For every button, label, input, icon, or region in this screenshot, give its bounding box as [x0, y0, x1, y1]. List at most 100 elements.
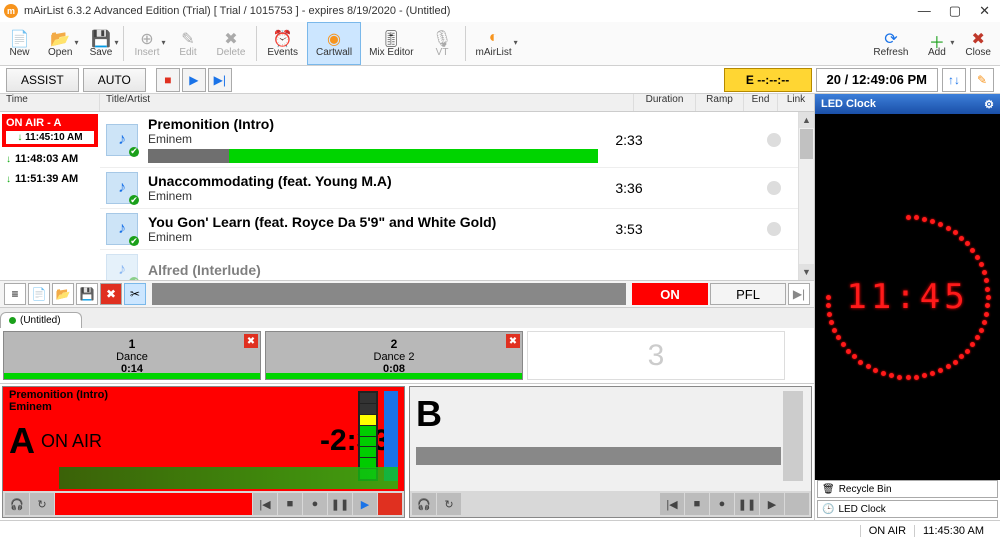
status-time: 11:45:30 AM	[914, 525, 992, 537]
marker-icon[interactable]	[785, 493, 809, 515]
item-artist: Eminem	[148, 132, 598, 146]
play-icon[interactable]: ▶	[353, 493, 377, 515]
playlist-item[interactable]: ♪ Unaccommodating (feat. Young M.A) Emin…	[100, 168, 798, 209]
sidebar-recycle-bin[interactable]: 🗑 Recycle Bin	[817, 480, 998, 498]
item-title: You Gon' Learn (feat. Royce Da 5'9" and …	[148, 214, 598, 230]
clock-display: 20 / 12:49:06 PM	[816, 68, 938, 92]
folder-icon[interactable]: 📂	[52, 283, 74, 305]
item-title: Alfred (Interlude)	[148, 262, 792, 278]
col-time[interactable]: Time	[0, 94, 100, 111]
cart-slot[interactable]: ✖ 1 Dance 0:14	[3, 331, 261, 380]
prev-icon[interactable]: |◀	[660, 493, 684, 515]
item-title: Premonition (Intro)	[148, 116, 598, 132]
stop-button[interactable]: ■	[156, 68, 180, 92]
rec-icon[interactable]: ●	[710, 493, 734, 515]
track-bar[interactable]	[152, 283, 626, 305]
playlist-item[interactable]: ♪ You Gon' Learn (feat. Royce Da 5'9" an…	[100, 209, 798, 250]
doc-icon[interactable]: 📄	[28, 283, 50, 305]
item-duration: 3:53	[598, 221, 660, 237]
link-dot[interactable]	[767, 222, 781, 236]
cart-close-icon[interactable]: ✖	[506, 334, 520, 348]
pfl-button[interactable]: PFL	[710, 283, 786, 305]
cart-slot[interactable]: ✖ 2 Dance 2 0:08	[265, 331, 523, 380]
player-a-artist: Eminem	[9, 401, 398, 413]
window-title: mAirList 6.3.2 Advanced Edition (Trial) …	[24, 5, 918, 17]
player-b-controls: 🎧 ↻ |◀ ■ ● ❚❚ ▶	[410, 491, 811, 517]
assist-button[interactable]: ASSIST	[6, 68, 79, 92]
close-button[interactable]: ✖Close	[957, 22, 1000, 65]
scroll-down-icon[interactable]: ▼	[799, 264, 814, 280]
auto-button[interactable]: AUTO	[83, 68, 146, 92]
refresh-button[interactable]: ⟳Refresh	[865, 22, 917, 65]
cart-slot-empty[interactable]: 3	[527, 331, 785, 380]
music-icon: ♪	[106, 124, 138, 156]
cart-close-icon[interactable]: ✖	[244, 334, 258, 348]
ledclock-header[interactable]: LED Clock ⚙	[815, 94, 1000, 114]
waveform[interactable]	[59, 467, 398, 489]
time-row: ↓11:48:03 AM	[0, 149, 100, 169]
delete-icon[interactable]: ✖	[100, 283, 122, 305]
loop-icon[interactable]: ↻	[30, 493, 54, 515]
col-ramp[interactable]: Ramp	[696, 94, 744, 111]
headphones-icon[interactable]: 🎧	[5, 493, 29, 515]
scroll-up-icon[interactable]: ▲	[799, 112, 814, 128]
add-button[interactable]: ＋Add▾	[917, 22, 957, 65]
link-dot[interactable]	[767, 181, 781, 195]
playlist-item[interactable]: ♪ Alfred (Interlude)	[100, 250, 798, 280]
col-end[interactable]: End	[744, 94, 778, 111]
marker-icon[interactable]	[378, 493, 402, 515]
sort-button[interactable]: ↑↓	[942, 68, 966, 92]
play-button[interactable]: ▶	[182, 68, 206, 92]
menu-icon[interactable]: ≡	[4, 283, 26, 305]
scrollbar[interactable]: ▲ ▼	[798, 112, 814, 280]
cartwall-button[interactable]: ◉Cartwall	[307, 22, 361, 65]
mixeditor-button[interactable]: 🎚Mix Editor	[361, 22, 422, 65]
titlebar: m mAirList 6.3.2 Advanced Edition (Trial…	[0, 0, 1000, 22]
close-window-button[interactable]: ✕	[979, 3, 990, 19]
insert-button[interactable]: ⊕Insert▾	[126, 22, 168, 65]
link-dot[interactable]	[767, 133, 781, 147]
edit-button[interactable]: ✎Edit	[168, 22, 208, 65]
shuffle-icon[interactable]: ✂	[124, 283, 146, 305]
events-button[interactable]: ⏰Events	[259, 22, 307, 65]
music-icon: ♪	[106, 254, 138, 280]
skip-icon[interactable]: ▶|	[788, 283, 810, 305]
headphones-icon[interactable]: 🎧	[412, 493, 436, 515]
e-display: E --:--:--	[724, 68, 812, 92]
col-titleartist[interactable]: Title/Artist	[100, 94, 634, 111]
item-artist: Eminem	[148, 189, 598, 203]
play-icon[interactable]: ▶	[760, 493, 784, 515]
delete-button[interactable]: ✖Delete	[208, 22, 254, 65]
next-button[interactable]: ▶|	[208, 68, 232, 92]
save-icon[interactable]: 💾	[76, 283, 98, 305]
pause-icon[interactable]: ❚❚	[328, 493, 352, 515]
cartwall: ✖ 1 Dance 0:14 ✖ 2 Dance 2 0:08 3	[0, 328, 814, 384]
player-a-letter: A	[9, 420, 35, 462]
sidebar-led-clock[interactable]: 🕒 LED Clock	[817, 500, 998, 518]
stop-icon[interactable]: ■	[278, 493, 302, 515]
mairlist-button[interactable]: ◐mAirList▾	[468, 22, 521, 65]
gear-icon[interactable]: ⚙	[984, 98, 994, 111]
on-button[interactable]: ON	[632, 283, 708, 305]
statusbar: ON AIR 11:45:30 AM	[0, 520, 1000, 540]
player-a-title: Premonition (Intro)	[9, 389, 398, 401]
item-duration: 2:33	[598, 132, 660, 148]
stop-icon[interactable]: ■	[685, 493, 709, 515]
rec-icon[interactable]: ●	[303, 493, 327, 515]
open-button[interactable]: 📂Open▾	[40, 22, 81, 65]
new-button[interactable]: 📄New	[0, 22, 40, 65]
maximize-button[interactable]: ▢	[949, 3, 961, 19]
player-a-status: ON AIR	[41, 431, 102, 452]
prev-icon[interactable]: |◀	[253, 493, 277, 515]
vt-button[interactable]: 🎙VT	[423, 22, 463, 65]
col-duration[interactable]: Duration	[634, 94, 696, 111]
edit-pencil-button[interactable]: ✎	[970, 68, 994, 92]
scroll-thumb[interactable]	[800, 129, 813, 159]
minimize-button[interactable]: —	[918, 3, 931, 19]
save-button[interactable]: 💾Save▾	[81, 22, 121, 65]
playlist-item[interactable]: ♪ Premonition (Intro) Eminem 2:33	[100, 112, 798, 168]
col-link[interactable]: Link	[778, 94, 814, 111]
loop-icon[interactable]: ↻	[437, 493, 461, 515]
cartwall-tab[interactable]: (Untitled)	[0, 312, 82, 328]
pause-icon[interactable]: ❚❚	[735, 493, 759, 515]
